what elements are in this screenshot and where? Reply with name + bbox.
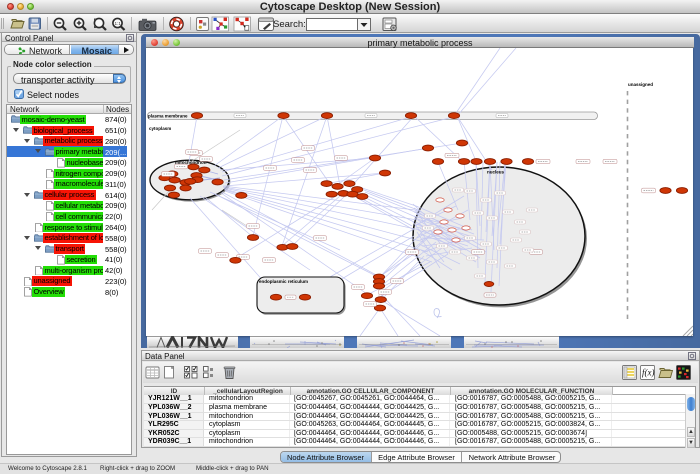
svg-text:Search:: Search: [273, 19, 306, 30]
svg-text:1:1: 1:1 [115, 21, 122, 26]
svg-text:f(x): f(x) [642, 368, 655, 378]
